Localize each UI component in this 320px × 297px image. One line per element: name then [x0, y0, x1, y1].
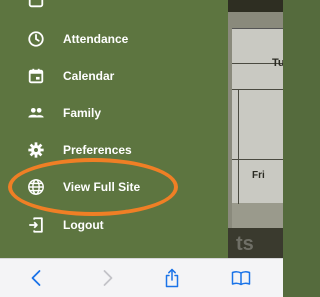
- day-header-friday: Fri: [252, 170, 265, 181]
- menu-item-preferences[interactable]: Preferences: [0, 132, 228, 168]
- menu-item-attendance[interactable]: Attendance: [0, 21, 228, 57]
- share-button[interactable]: [160, 266, 184, 290]
- menu-item-label: Preferences: [63, 143, 132, 157]
- book-icon: [231, 271, 251, 286]
- background-topbar: [228, 0, 283, 12]
- background-app: Tu Fri ts: [228, 0, 283, 258]
- bookmarks-button[interactable]: [229, 266, 253, 290]
- globe-icon: [26, 177, 46, 197]
- menu-item-label: Attendance: [63, 32, 129, 46]
- chevron-right-icon: [103, 270, 113, 286]
- browser-toolbar: [0, 258, 283, 297]
- background-footer-text: ts: [236, 233, 254, 255]
- calendar-icon: [26, 66, 46, 86]
- menu-item-label: Calendar: [63, 69, 115, 83]
- gear-icon: [26, 140, 46, 160]
- chevron-left-icon: [31, 270, 41, 286]
- menu-item-label: Logout: [63, 218, 104, 232]
- menu-item-view-full-site[interactable]: View Full Site: [0, 169, 228, 205]
- logout-icon: [26, 215, 46, 235]
- menu-item-family[interactable]: Family: [0, 95, 228, 131]
- people-icon: [26, 103, 46, 123]
- menu-item-label: View Full Site: [63, 180, 141, 194]
- menu-item-logout[interactable]: Logout: [0, 207, 228, 243]
- partial-icon: [26, 0, 46, 10]
- clock-icon: [26, 29, 46, 49]
- menu-item-cut-off[interactable]: [0, 0, 228, 18]
- day-header-tuesday: Tu: [272, 57, 283, 69]
- back-button[interactable]: [25, 266, 49, 290]
- menu-item-label: Family: [63, 106, 102, 120]
- share-icon: [165, 268, 179, 288]
- navigation-drawer: Attendance Calendar Family Preferences V…: [0, 0, 228, 258]
- forward-button[interactable]: [95, 266, 119, 290]
- menu-item-calendar[interactable]: Calendar: [0, 58, 228, 94]
